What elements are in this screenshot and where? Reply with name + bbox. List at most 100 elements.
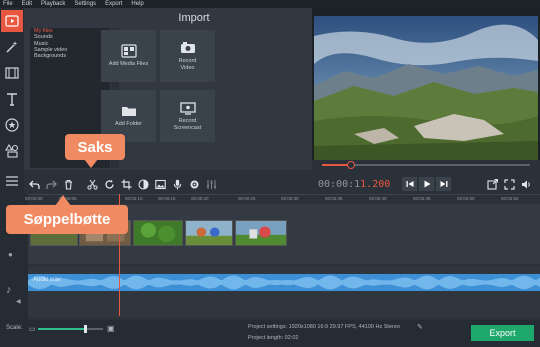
menu-playback[interactable]: Playback bbox=[41, 0, 65, 8]
audio-track-speaker-icon[interactable]: ◀ bbox=[16, 298, 21, 305]
image-overlay-button[interactable] bbox=[153, 177, 167, 191]
scissors-icon bbox=[86, 179, 98, 190]
transitions-tool-button[interactable] bbox=[1, 62, 23, 84]
add-folder-label: Add Folder bbox=[115, 121, 142, 128]
tool-rail bbox=[0, 8, 24, 198]
video-clip[interactable] bbox=[185, 220, 233, 246]
more-tools-button[interactable] bbox=[1, 170, 23, 192]
external-window-icon bbox=[486, 178, 498, 190]
menu-settings[interactable]: Settings bbox=[74, 0, 96, 8]
callouts-tool-button[interactable] bbox=[1, 140, 23, 162]
scale-slider-handle[interactable] bbox=[83, 325, 87, 333]
zoom-out-icon[interactable]: ▭ bbox=[29, 325, 36, 333]
scale-slider-fill bbox=[38, 328, 85, 330]
fullscreen-icon bbox=[503, 178, 515, 190]
zoom-in-icon[interactable]: ▣ bbox=[107, 324, 115, 333]
category-backgrounds[interactable]: Backgrounds bbox=[30, 53, 110, 59]
import-tool-button[interactable] bbox=[1, 10, 23, 32]
clip-properties-button[interactable] bbox=[187, 177, 201, 191]
crop-icon bbox=[121, 179, 131, 189]
ruler-tick: 00:00:55 bbox=[501, 196, 519, 201]
titles-tool-button[interactable] bbox=[1, 88, 23, 110]
shapes-icon bbox=[5, 144, 19, 158]
edit-toolbar: 00:00:11.200 bbox=[24, 174, 540, 194]
menu-export[interactable]: Export bbox=[105, 0, 122, 8]
menu-file[interactable]: File bbox=[3, 0, 13, 8]
callout-soppelbotte-pointer bbox=[55, 195, 71, 206]
speaker-icon bbox=[521, 180, 530, 188]
preview-scrubber[interactable] bbox=[312, 160, 540, 170]
callout-soppelbotte: Søppelbøtte bbox=[6, 205, 128, 234]
pencil-edit-icon[interactable]: ✎ bbox=[417, 323, 423, 331]
stickers-tool-button[interactable] bbox=[1, 114, 23, 136]
audio-clip[interactable]: Audio.wav bbox=[28, 274, 540, 291]
filmstrip-icon bbox=[5, 67, 19, 79]
record-audio-button[interactable] bbox=[170, 177, 184, 191]
record-video-label: Record Video bbox=[178, 58, 197, 71]
project-length-text: Project length: 02:02 bbox=[248, 335, 299, 341]
ruler-tick: 00:00:25 bbox=[238, 196, 256, 201]
microphone-icon bbox=[173, 179, 181, 189]
ruler-tick: 00:00:45 bbox=[413, 196, 431, 201]
ruler-tick: 00:00:10 bbox=[125, 196, 143, 201]
redo-button[interactable] bbox=[44, 177, 58, 191]
video-clip[interactable] bbox=[133, 220, 183, 246]
crop-button[interactable] bbox=[119, 177, 133, 191]
video-camera-icon bbox=[180, 42, 195, 53]
equalizer-button[interactable] bbox=[204, 177, 218, 191]
detach-preview-button[interactable] bbox=[485, 177, 499, 191]
menu-edit[interactable]: Edit bbox=[22, 0, 32, 8]
skip-back-icon bbox=[406, 181, 413, 187]
callout-saks: Saks bbox=[65, 134, 125, 160]
rotate-icon bbox=[104, 179, 114, 189]
timecode-fraction: 1.200 bbox=[360, 179, 391, 190]
titles-icon bbox=[7, 93, 17, 106]
audio-note-icon: ♪ bbox=[6, 284, 12, 296]
media-import-icon bbox=[5, 15, 19, 27]
play-icon bbox=[424, 180, 430, 188]
rotate-button[interactable] bbox=[102, 177, 116, 191]
menu-help[interactable]: Help bbox=[131, 0, 143, 8]
ruler-tick: 00:00:35 bbox=[325, 196, 343, 201]
scale-label: Scale: bbox=[6, 325, 23, 331]
timeline-ruler[interactable]: 00:00:00 00:00:05 00:00:10 00:00:15 00:0… bbox=[25, 194, 540, 204]
ruler-tick: 00:00:40 bbox=[369, 196, 387, 201]
ruler-tick: 00:00:20 bbox=[191, 196, 209, 201]
trash-icon bbox=[64, 179, 72, 190]
project-settings-text: Project settings: 1920x1080 16:9 29.97 F… bbox=[248, 324, 400, 330]
play-button[interactable] bbox=[419, 177, 434, 191]
volume-button[interactable] bbox=[519, 177, 533, 191]
star-icon bbox=[5, 118, 19, 132]
gear-icon bbox=[190, 180, 198, 188]
previous-frame-button[interactable] bbox=[402, 177, 417, 191]
contrast-icon bbox=[137, 178, 149, 190]
record-video-button[interactable]: Record Video bbox=[160, 30, 215, 82]
video-clip[interactable] bbox=[235, 220, 287, 246]
preview-scrubber-knob[interactable] bbox=[347, 161, 356, 169]
equalizer-icon bbox=[206, 179, 216, 189]
delete-button[interactable] bbox=[61, 177, 75, 191]
split-button[interactable] bbox=[85, 177, 99, 191]
filters-tool-button[interactable] bbox=[1, 36, 23, 58]
audio-waveform bbox=[28, 275, 540, 290]
undo-button[interactable] bbox=[27, 177, 41, 191]
ruler-tick: 00:00:00 bbox=[25, 196, 43, 201]
record-screencast-button[interactable]: Record Screencast bbox=[160, 90, 215, 142]
undo-icon bbox=[28, 180, 40, 189]
add-media-files-label: Add Media Files bbox=[108, 61, 149, 68]
fullscreen-button[interactable] bbox=[502, 177, 516, 191]
menu-bar: File Edit Playback Settings Export Help bbox=[0, 0, 540, 8]
next-frame-button[interactable] bbox=[436, 177, 451, 191]
redo-icon bbox=[45, 180, 57, 189]
skip-forward-icon bbox=[440, 181, 447, 187]
export-button[interactable]: Export bbox=[471, 325, 534, 341]
add-media-files-button[interactable]: Add Media Files bbox=[101, 30, 156, 82]
ruler-tick: 00:00:30 bbox=[281, 196, 299, 201]
color-adjust-button[interactable] bbox=[136, 177, 150, 191]
import-panel-title: Import bbox=[178, 12, 210, 24]
video-track-eye-icon[interactable]: ● bbox=[8, 250, 13, 259]
image-icon bbox=[154, 179, 166, 189]
preview-frame-image bbox=[314, 16, 538, 161]
add-media-icon bbox=[120, 44, 137, 58]
scale-slider[interactable] bbox=[38, 325, 103, 333]
